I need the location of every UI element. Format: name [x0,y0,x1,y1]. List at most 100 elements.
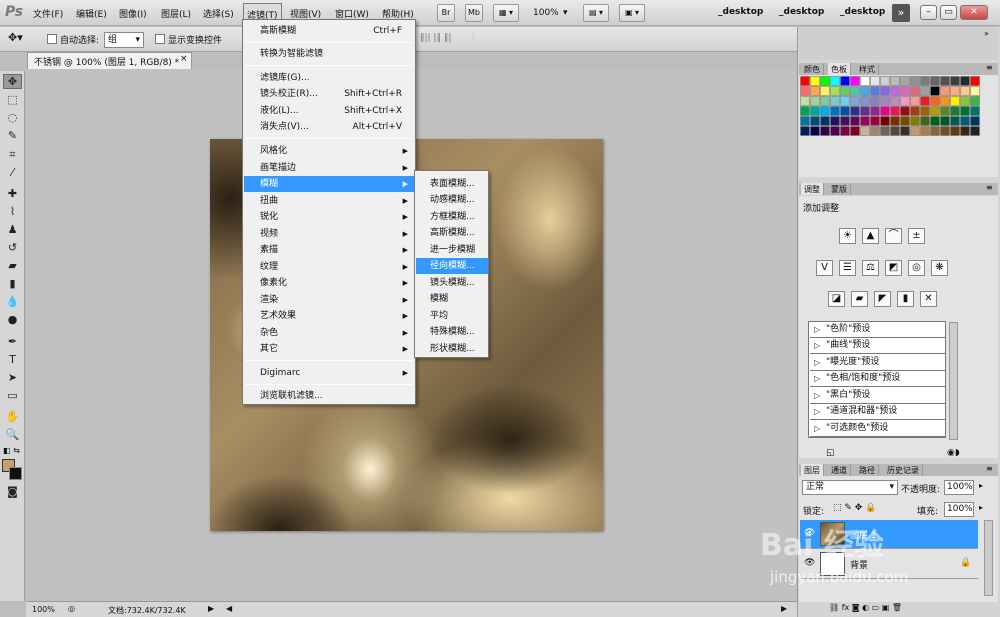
swatch[interactable] [860,116,870,126]
swatch[interactable] [850,76,860,86]
swatch[interactable] [850,116,860,126]
tab-history[interactable]: 历史记录 [884,464,923,476]
swatch[interactable] [820,126,830,136]
more-workspaces-button[interactable]: » [892,4,910,22]
levels-icon[interactable]: ▲ [862,228,879,244]
submenu-item-motion-blur[interactable]: 动感模糊... [416,192,488,208]
menu-item-brush-strokes[interactable]: 画笔描边 ▶ [244,160,414,176]
swatch[interactable] [870,126,880,136]
swatch[interactable] [800,116,810,126]
submenu-item-box-blur[interactable]: 方框模糊... [416,209,488,225]
tab-channels[interactable]: 通道 [828,464,851,476]
swap-colors-icon[interactable]: ◧ ⇆ [3,446,20,455]
menu-item-liquify[interactable]: 液化(L)... Shift+Ctrl+X [244,103,414,119]
auto-select-checkbox[interactable] [47,34,57,44]
swatch[interactable] [860,86,870,96]
swatch[interactable] [840,106,850,116]
swatch[interactable] [850,106,860,116]
list-item[interactable]: ▷ "曲线"预设 [810,338,945,354]
panel-menu-icon[interactable]: ≡ [986,63,993,72]
selective-color-icon[interactable]: ✕ [920,291,937,307]
swatch[interactable] [970,96,980,106]
swatch[interactable] [920,116,930,126]
swatch[interactable] [850,96,860,106]
channel-mixer-icon[interactable]: ❋ [931,260,948,276]
preset-scrollbar[interactable] [949,322,958,440]
swatch[interactable] [830,96,840,106]
swatch[interactable] [920,106,930,116]
swatch[interactable] [960,86,970,96]
swatch[interactable] [910,76,920,86]
lock-icons[interactable]: ⬚ ✎ ✥ 🔒 [833,503,876,513]
hue-saturation-icon[interactable]: ☰ [839,260,856,276]
swatch[interactable] [910,86,920,96]
move-tool-icon[interactable]: ✥▾ [8,31,23,44]
swatch[interactable] [810,86,820,96]
swatch[interactable] [890,106,900,116]
auto-select-dropdown[interactable]: 组 ▾ [104,32,144,48]
swatch[interactable] [840,76,850,86]
curves-icon[interactable]: ⌒ [885,228,902,244]
blur-tool-icon[interactable]: 💧 [3,294,22,309]
swatch[interactable] [840,126,850,136]
fill-input[interactable]: 100% [944,502,974,517]
menu-item-filter-gallery[interactable]: 滤镜库(G)... [244,70,414,86]
submenu-item-smart-blur[interactable]: 特殊模糊... [416,324,488,340]
swatch[interactable] [920,86,930,96]
menu-item-sketch[interactable]: 素描 ▶ [244,242,414,258]
swatch[interactable] [820,116,830,126]
gradient-tool-icon[interactable]: ▮ [3,276,22,291]
zoom-tool-icon[interactable]: 🔍 [3,427,22,442]
list-item[interactable]: ▷ "通道混和器"预设 [810,404,945,420]
tab-paths[interactable]: 路径 [856,464,879,476]
menu-item-blur[interactable]: 模糊 ▶ [244,176,414,192]
minimize-icon[interactable]: – [920,5,937,20]
menu-item-video[interactable]: 视频 ▶ [244,226,414,242]
swatch[interactable] [840,96,850,106]
swatch[interactable] [880,126,890,136]
swatch[interactable] [930,106,940,116]
swatch[interactable] [810,126,820,136]
swatch[interactable] [910,96,920,106]
scroll-right-arrow[interactable]: ▶ [781,604,787,613]
swatch[interactable] [830,76,840,86]
marquee-tool-icon[interactable]: ⬚ [3,92,22,107]
swatch[interactable] [810,106,820,116]
swatch[interactable] [910,126,920,136]
panel-menu-icon[interactable]: ≡ [986,183,993,192]
swatch[interactable] [960,126,970,136]
swatch[interactable] [930,76,940,86]
menu-item-pixelate[interactable]: 像素化 ▶ [244,275,414,291]
history-brush-icon[interactable]: ↺ [3,240,22,255]
vibrance-icon[interactable]: V [816,260,833,276]
chevron-down-icon[interactable]: ▾ [563,8,568,18]
quick-mask-icon[interactable]: ◙ [3,484,22,499]
swatch[interactable] [820,106,830,116]
visibility-footer-icon[interactable]: ◉◗ [947,448,960,458]
swatch[interactable] [940,96,950,106]
eraser-tool-icon[interactable]: ▰ [3,258,22,273]
swatch[interactable] [890,76,900,86]
swatch[interactable] [970,86,980,96]
swatch[interactable] [900,96,910,106]
menu-item-other[interactable]: 其它 ▶ [244,341,414,357]
lasso-tool-icon[interactable]: ◌ [3,110,22,125]
color-balance-icon[interactable]: ⚖ [862,260,879,276]
swatch[interactable] [850,126,860,136]
menu-item-smart-filter[interactable]: 转换为智能滤镜 [244,46,414,62]
submenu-item-blur[interactable]: 模糊 [416,291,488,307]
chevron-right-icon[interactable]: ▸ [979,481,983,490]
swatch[interactable] [920,126,930,136]
swatch[interactable] [880,106,890,116]
menu-select[interactable]: 选择(S) [203,7,234,20]
tab-swatches[interactable]: 色板 [828,63,851,75]
submenu-item-lens-blur[interactable]: 镜头模糊... [416,275,488,291]
layers-scrollbar[interactable] [984,520,993,596]
blend-mode-dropdown[interactable]: 正常 ▾ [802,480,898,495]
swatch[interactable] [870,96,880,106]
swatch[interactable] [950,116,960,126]
swatch[interactable] [800,126,810,136]
tab-styles[interactable]: 样式 [856,63,879,75]
arrange-documents-button[interactable]: ▤ ▾ [583,4,609,22]
swatch[interactable] [810,116,820,126]
